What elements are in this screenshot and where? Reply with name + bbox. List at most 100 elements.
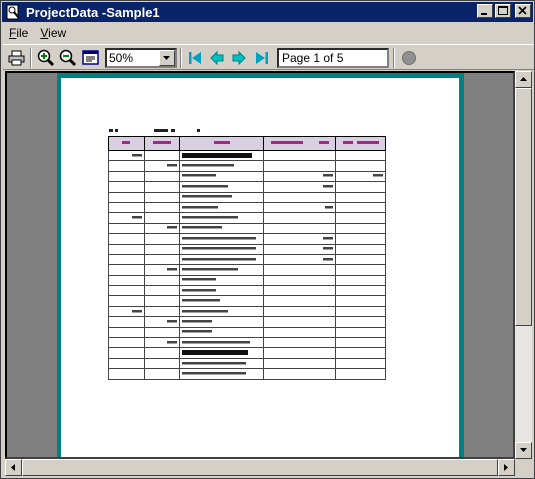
table-cell bbox=[263, 253, 337, 266]
table-cell bbox=[179, 316, 265, 328]
stop-button[interactable] bbox=[399, 48, 419, 68]
table-cell bbox=[179, 233, 265, 245]
table-cell bbox=[108, 170, 145, 183]
table-cell bbox=[263, 170, 337, 183]
vertical-scroll-thumb[interactable] bbox=[515, 88, 532, 326]
menu-file-label: ile bbox=[16, 25, 29, 40]
table-row bbox=[108, 253, 386, 266]
last-page-icon bbox=[256, 52, 268, 64]
greeked-text bbox=[182, 236, 257, 240]
greeked-text bbox=[182, 184, 229, 188]
table-cell bbox=[335, 285, 386, 297]
table-cell bbox=[108, 160, 145, 172]
table-row bbox=[108, 160, 386, 172]
scroll-up-button[interactable] bbox=[515, 71, 532, 88]
greeked-text bbox=[182, 174, 217, 177]
table-cell bbox=[335, 253, 386, 266]
horizontal-scrollbar[interactable] bbox=[5, 459, 515, 476]
menu-view[interactable]: View bbox=[34, 26, 72, 40]
greeked-text bbox=[182, 267, 239, 271]
greeked-text bbox=[182, 288, 217, 292]
table-cell bbox=[263, 191, 337, 203]
horizontal-scroll-thumb[interactable] bbox=[22, 459, 498, 476]
table-cell bbox=[108, 191, 145, 203]
table-cell bbox=[108, 181, 145, 193]
page-view-button[interactable] bbox=[81, 48, 101, 68]
zoom-select[interactable]: 50% bbox=[105, 48, 177, 68]
prev-page-button[interactable] bbox=[207, 48, 227, 68]
arrow-down-icon bbox=[519, 448, 527, 452]
table-cell bbox=[179, 201, 265, 214]
menu-view-label: iew bbox=[48, 25, 67, 40]
zoom-out-button[interactable] bbox=[58, 48, 78, 68]
table-cell bbox=[179, 243, 265, 255]
greeked-text bbox=[182, 309, 229, 313]
table-cell bbox=[179, 181, 265, 193]
maximize-icon bbox=[498, 6, 508, 15]
table-cell bbox=[108, 264, 145, 276]
scroll-down-button[interactable] bbox=[515, 442, 532, 459]
maximize-button[interactable] bbox=[495, 4, 511, 18]
table-cell bbox=[143, 243, 181, 255]
report-heading bbox=[109, 128, 209, 136]
report-table bbox=[108, 136, 386, 380]
table-cell bbox=[335, 222, 386, 235]
report-body bbox=[108, 149, 386, 380]
table-cell bbox=[179, 326, 265, 339]
prev-page-icon bbox=[210, 50, 224, 66]
table-row bbox=[108, 181, 386, 193]
page-indicator[interactable]: Page 1 of 5 bbox=[277, 48, 389, 68]
minimize-icon bbox=[481, 13, 487, 15]
last-page-button[interactable] bbox=[252, 48, 272, 68]
minimize-button[interactable] bbox=[477, 4, 493, 18]
scroll-right-button[interactable] bbox=[498, 459, 515, 476]
table-cell bbox=[108, 201, 145, 214]
greeked-text bbox=[167, 267, 178, 271]
table-row bbox=[108, 305, 386, 318]
table-cell bbox=[108, 368, 145, 380]
close-button[interactable] bbox=[515, 4, 531, 18]
table-cell bbox=[108, 243, 145, 255]
table-cell bbox=[263, 368, 337, 380]
zoom-in-button[interactable] bbox=[36, 48, 56, 68]
toolbar: 50% Page 1 of 5 bbox=[3, 44, 534, 70]
table-cell bbox=[335, 201, 386, 214]
greeked-text bbox=[167, 340, 178, 344]
table-cell bbox=[108, 222, 145, 235]
vertical-scrollbar[interactable] bbox=[515, 71, 532, 459]
first-page-button[interactable] bbox=[185, 48, 205, 68]
greeked-text bbox=[323, 247, 334, 250]
greeked-text bbox=[167, 164, 178, 167]
table-row bbox=[108, 326, 386, 339]
table-cell bbox=[335, 337, 386, 349]
table-cell bbox=[179, 212, 265, 224]
table-row bbox=[108, 243, 386, 255]
greeked-text bbox=[131, 216, 142, 219]
menu-file[interactable]: File bbox=[3, 26, 34, 40]
window-title: ProjectData -Sample1 bbox=[26, 4, 160, 20]
preview-area[interactable] bbox=[5, 71, 515, 459]
table-cell bbox=[108, 337, 145, 349]
table-cell bbox=[143, 295, 181, 307]
menu-view-accel: V bbox=[40, 25, 49, 40]
table-cell bbox=[263, 357, 337, 370]
print-button[interactable] bbox=[7, 48, 27, 68]
greeked-text bbox=[182, 164, 235, 167]
table-cell bbox=[335, 295, 386, 307]
next-page-button[interactable] bbox=[229, 48, 249, 68]
greeked-text bbox=[131, 309, 142, 313]
table-row bbox=[108, 316, 386, 328]
arrow-up-icon bbox=[519, 77, 527, 81]
table-cell bbox=[263, 264, 337, 276]
table-row bbox=[108, 368, 386, 380]
greeked-text bbox=[323, 257, 334, 261]
stop-icon bbox=[402, 51, 416, 65]
title-bar[interactable]: ProjectData -Sample1 bbox=[2, 2, 533, 22]
scroll-left-button[interactable] bbox=[5, 459, 22, 476]
first-page-icon bbox=[189, 52, 201, 64]
table-cell bbox=[335, 274, 386, 287]
arrow-left-icon bbox=[11, 463, 15, 471]
table-cell bbox=[143, 316, 181, 328]
zoom-dropdown-button[interactable] bbox=[159, 50, 175, 66]
table-cell bbox=[263, 347, 337, 359]
